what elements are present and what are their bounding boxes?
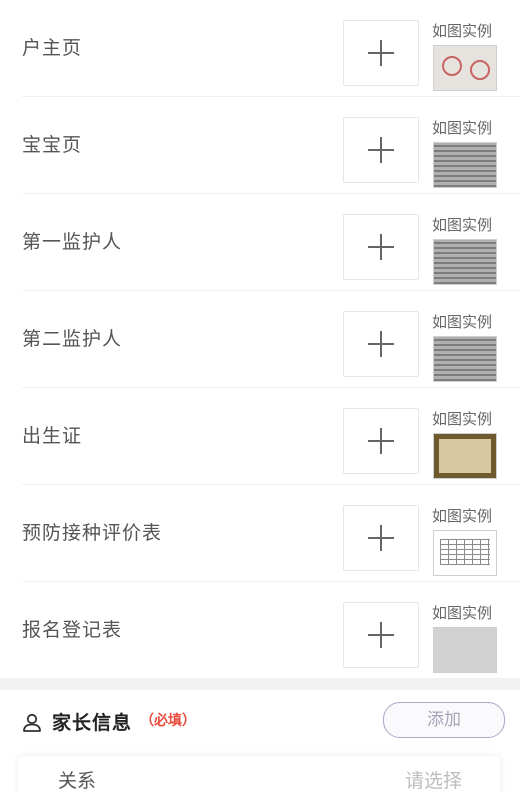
relation-label: 关系 — [58, 770, 97, 792]
user-icon — [23, 713, 41, 732]
upload-button[interactable] — [343, 311, 419, 377]
certificate-graphic — [439, 439, 491, 473]
plus-icon — [368, 525, 394, 551]
example-thumbnail[interactable] — [433, 239, 497, 285]
example-thumbnail[interactable] — [433, 627, 497, 673]
relation-select[interactable]: 请选择 — [405, 766, 462, 792]
example-thumbnail[interactable] — [433, 45, 497, 91]
upload-button[interactable] — [343, 602, 419, 668]
upload-button[interactable] — [343, 505, 419, 571]
upload-button[interactable] — [343, 408, 419, 474]
upload-row-vaccination-form: 预防接种评价表 如图实例 — [22, 485, 520, 582]
seal-icon — [442, 56, 462, 76]
example-thumbnail[interactable] — [433, 530, 497, 576]
upload-row-registration-form: 报名登记表 如图实例 — [22, 582, 520, 678]
example-thumbnail[interactable] — [433, 142, 497, 188]
upload-list: 户主页 如图实例 宝宝页 如图实例 第一监护人 如图实例 第二监护人 如图实例 … — [0, 0, 520, 678]
relation-field[interactable]: 关系 请选择 — [18, 756, 500, 792]
parent-info-section: 家长信息 （必填） 添加 关系 请选择 — [0, 690, 520, 792]
plus-icon — [368, 622, 394, 648]
add-parent-button[interactable]: 添加 — [383, 702, 505, 738]
example-label: 如图实例 — [432, 119, 493, 137]
example-label: 如图实例 — [432, 410, 493, 428]
section-title: 家长信息 — [52, 712, 133, 734]
row-label: 第二监护人 — [22, 328, 123, 350]
upload-row-second-guardian: 第二监护人 如图实例 — [22, 291, 520, 388]
row-label: 预防接种评价表 — [22, 522, 163, 544]
upload-row-household-page: 户主页 如图实例 — [22, 0, 520, 97]
plus-icon — [368, 331, 394, 357]
row-label: 户主页 — [22, 37, 83, 59]
upload-button[interactable] — [343, 20, 419, 86]
section-divider — [0, 678, 520, 690]
required-tag: （必填） — [140, 713, 196, 729]
example-label: 如图实例 — [432, 313, 493, 331]
row-label: 宝宝页 — [22, 134, 83, 156]
example-label: 如图实例 — [432, 604, 493, 622]
upload-button[interactable] — [343, 117, 419, 183]
row-label: 报名登记表 — [22, 619, 123, 641]
example-label: 如图实例 — [432, 216, 493, 234]
upload-row-first-guardian: 第一监护人 如图实例 — [22, 194, 520, 291]
example-label: 如图实例 — [432, 22, 493, 40]
plus-icon — [368, 40, 394, 66]
seal-icon — [470, 60, 490, 80]
row-label: 第一监护人 — [22, 231, 123, 253]
plus-icon — [368, 234, 394, 260]
row-label: 出生证 — [22, 425, 83, 447]
upload-row-birth-certificate: 出生证 如图实例 — [22, 388, 520, 485]
example-thumbnail[interactable] — [433, 336, 497, 382]
table-graphic — [440, 539, 490, 565]
plus-icon — [368, 137, 394, 163]
example-label: 如图实例 — [432, 507, 493, 525]
plus-icon — [368, 428, 394, 454]
upload-row-baby-page: 宝宝页 如图实例 — [22, 97, 520, 194]
upload-button[interactable] — [343, 214, 419, 280]
example-thumbnail[interactable] — [433, 433, 497, 479]
